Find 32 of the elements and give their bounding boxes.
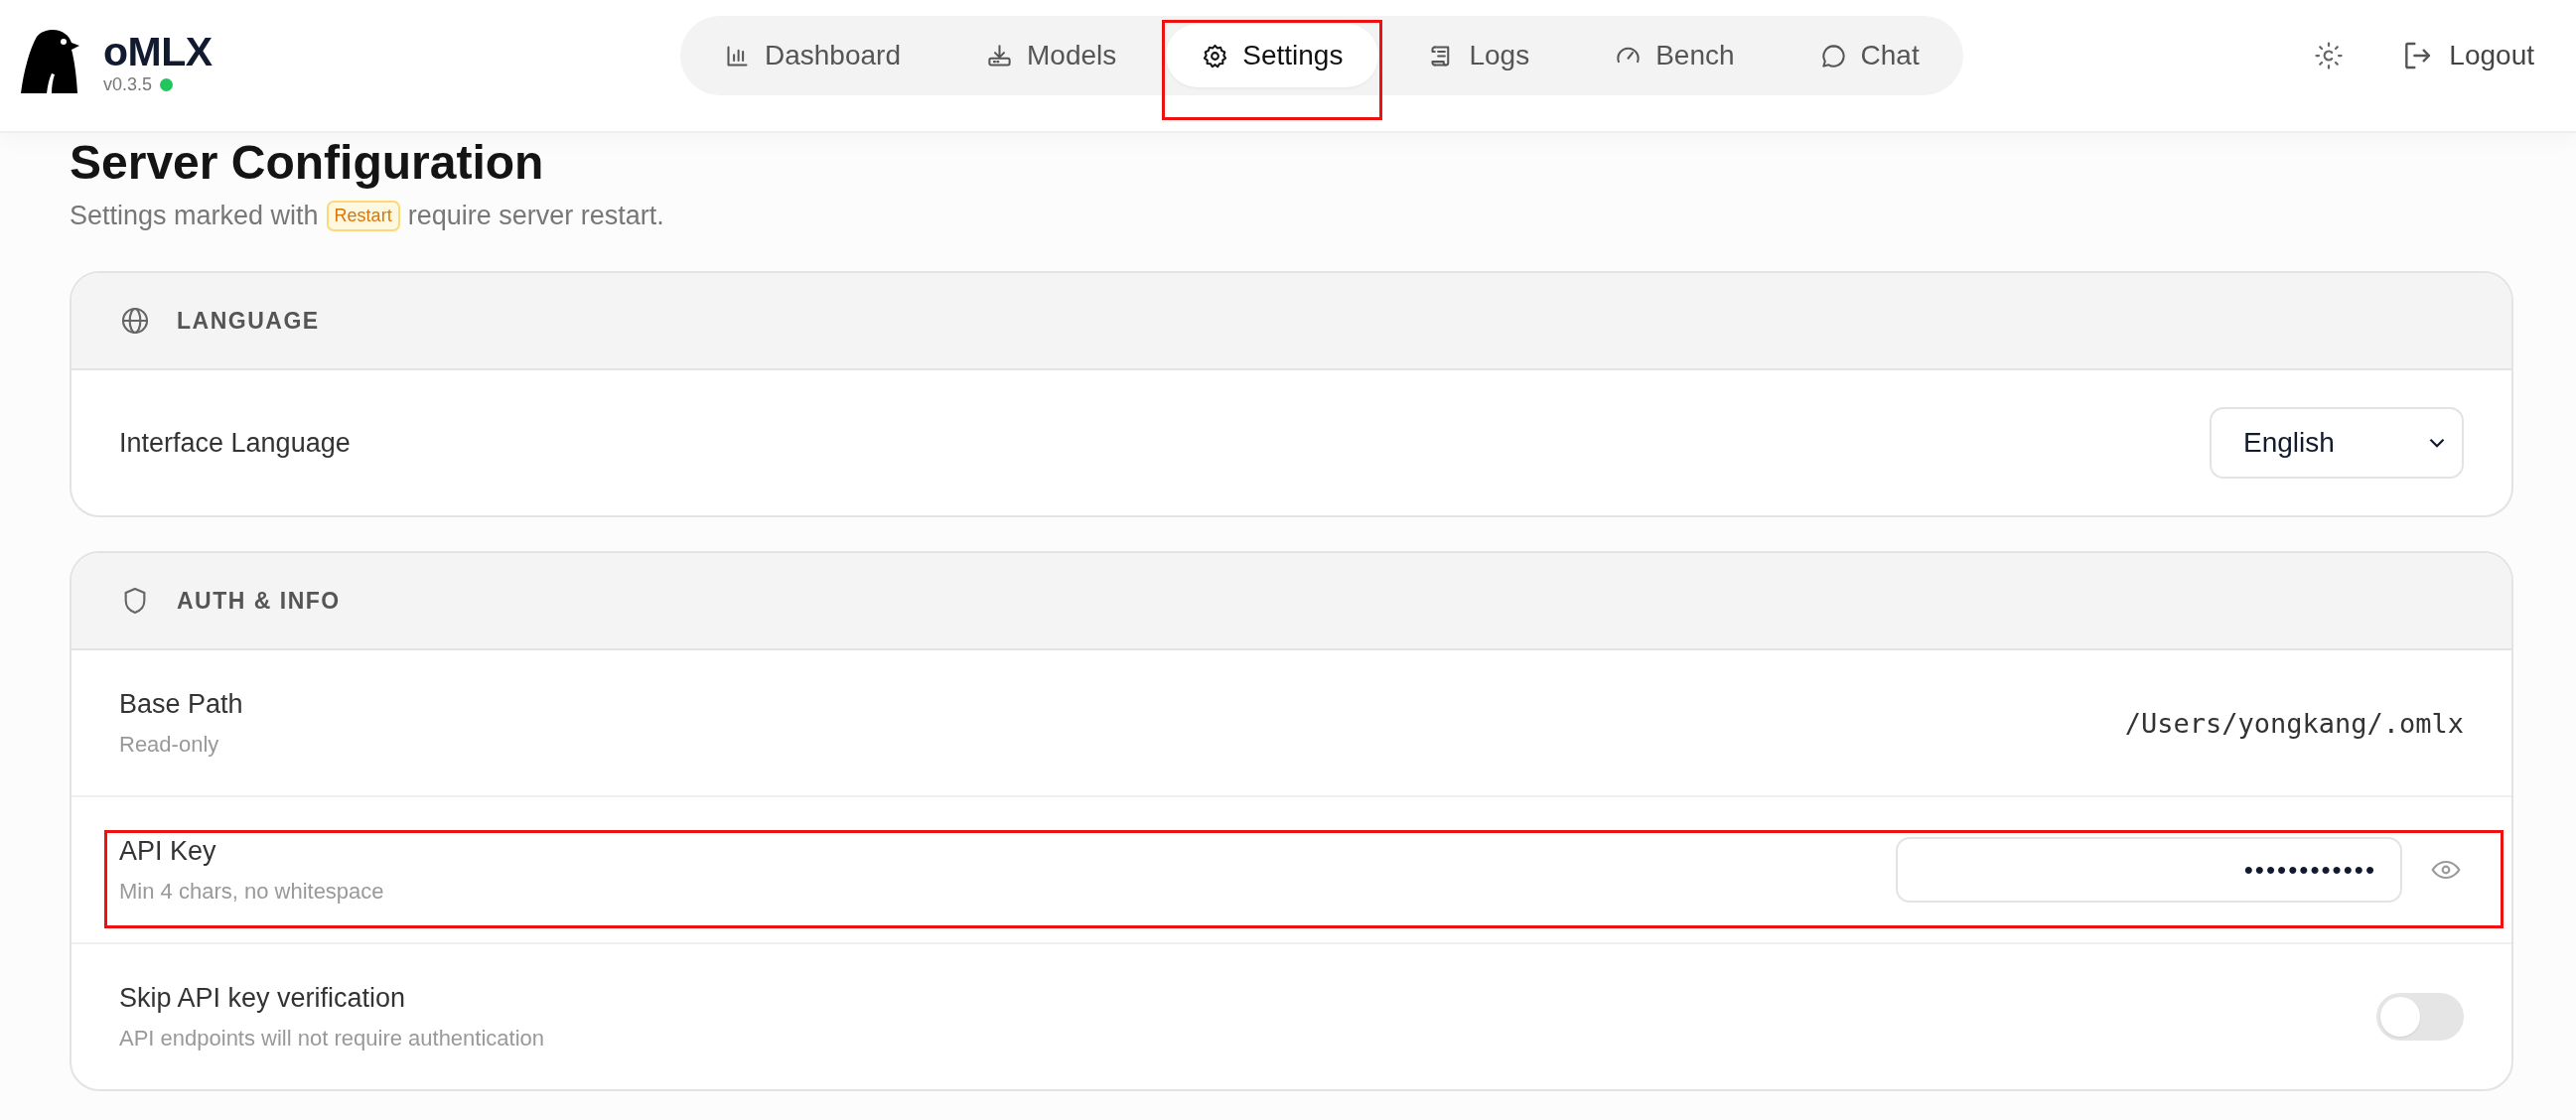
setting-hint: Min 4 chars, no whitespace [119,878,384,905]
language-select[interactable]: English [2210,407,2464,479]
setting-label: Skip API key verification [119,982,407,1014]
api-key-field[interactable]: •••••••••••• [1896,837,2402,903]
nav-tab[interactable]: Dashboard [688,24,936,87]
setting-hint: Read-only [119,731,220,758]
logout-button[interactable]: Logout [2401,40,2534,71]
subtitle-text: require server restart. [407,201,664,231]
setting-label: Base Path [119,688,243,720]
settings-icon [1202,42,1229,70]
page-title: Server Configuration [70,137,545,189]
version-label: v0.3.5 [103,74,153,95]
nav-tab[interactable]: Bench [1579,24,1771,87]
download-icon [986,42,1013,70]
toggle-switch[interactable] [2376,993,2464,1041]
nav-tab[interactable]: Models [950,24,1153,87]
sun-moon-icon [2314,41,2345,70]
nav-tab[interactable]: Settings [1166,24,1379,87]
subtitle-text: Settings marked with [70,201,319,231]
restart-badge: Restart [326,201,400,231]
setting-label: API Key [119,835,217,867]
path-value: /Users/yongkang/.omlx [2124,707,2464,739]
setting-hint: API endpoints will not require authentication [119,1025,545,1051]
section-title: AUTH & INFO [177,587,341,615]
nav-tab[interactable]: Chat [1784,24,1955,87]
setting-label: Interface Language [119,427,351,459]
chat-icon [1819,42,1847,70]
section-title: LANGUAGE [177,307,320,335]
nav-tab[interactable]: Logs [1392,24,1566,87]
app-name: oMLX [103,32,213,72]
theme-toggle-button[interactable] [2314,41,2345,70]
globe-icon [119,305,151,337]
